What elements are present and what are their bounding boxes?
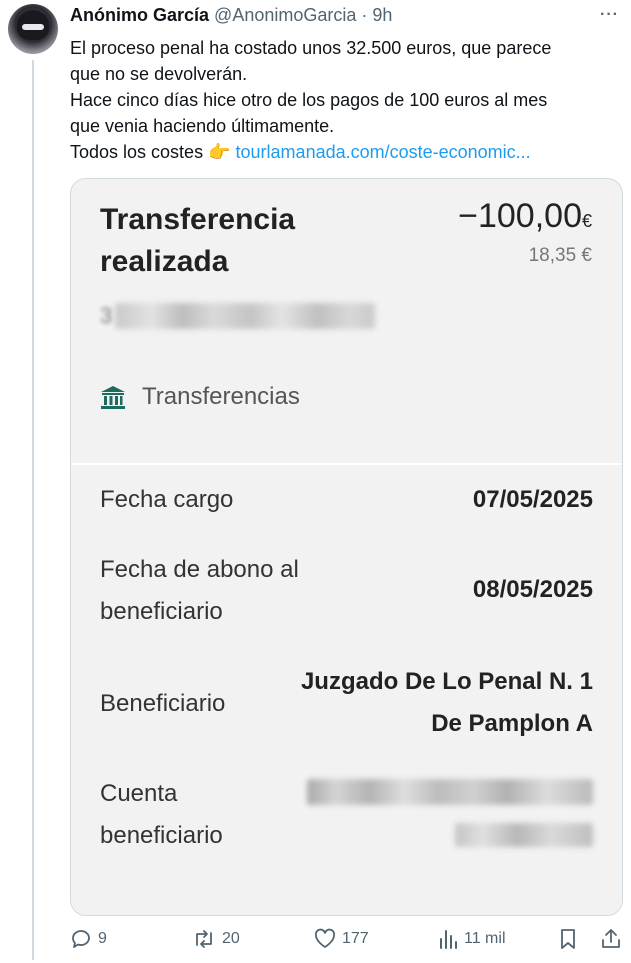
currency-symbol: € (581, 211, 592, 231)
bookmark-icon (561, 929, 575, 949)
beneficiario-label: Beneficiario (100, 690, 226, 717)
tweet-actions-bar: 9 20 177 11 mil (70, 928, 625, 958)
fecha-abono-label-line-1: Fecha de abono al (100, 556, 299, 583)
bank-icon (101, 386, 125, 409)
author-handle[interactable]: @AnonimoGarcia (214, 5, 356, 25)
transfer-amount-value: −100,00 (458, 197, 582, 235)
heart-icon (314, 928, 336, 948)
retweet-icon (196, 930, 212, 948)
tweet-link[interactable]: tourlamanada.com/coste-economic... (236, 142, 531, 162)
transfer-amount: −100,00€ (458, 197, 592, 236)
tweet-time[interactable]: 9h (372, 5, 392, 25)
tweet-line-5-text: Todos los costes (70, 142, 204, 162)
views-button[interactable]: 11 mil (438, 928, 506, 950)
retweet-button[interactable]: 20 (192, 928, 240, 950)
transfer-details-panel: Fecha cargo 07/05/2025 Fecha de abono al… (71, 463, 622, 915)
like-button[interactable]: 177 (314, 928, 369, 950)
share-button[interactable] (600, 928, 628, 950)
transfer-summary-panel: Transferencia realizada −100,00€ 18,35 €… (71, 179, 622, 451)
tweet-text: El proceso penal ha costado unos 32.500 … (70, 35, 625, 165)
pointing-hand-emoji: 👉 (208, 142, 231, 162)
tweet-line-3: Hace cinco días hice otro de los pagos d… (70, 90, 548, 110)
category-label: Transferencias (142, 383, 300, 410)
avatar-glasses (22, 24, 44, 30)
transfer-title: Transferencia realizada (100, 203, 296, 278)
fecha-abono-value: 08/05/2025 (472, 576, 593, 603)
cuenta-label-line-2: beneficiario (100, 822, 223, 849)
cuenta-label-line-1: Cuenta (100, 780, 178, 807)
separator-dot: · (361, 5, 368, 25)
like-count: 177 (342, 930, 369, 947)
category-row[interactable]: Transferencias (100, 383, 300, 411)
avatar[interactable] (8, 4, 58, 54)
tweet-line-5: Todos los costes 👉 tourlamanada.com/cost… (70, 139, 625, 165)
more-options-icon[interactable]: ··· (600, 6, 619, 24)
reply-icon (72, 930, 90, 948)
reply-button[interactable]: 9 (70, 928, 107, 950)
blurred-reference-first-char: 3 (100, 303, 113, 328)
beneficiario-value-line-1: Juzgado De Lo Penal N. 1 (300, 668, 593, 695)
thread-line (32, 60, 34, 960)
tweet-line-4: que venia haciendo últimamente. (70, 116, 335, 136)
tweet-line-2: que no se devolverán. (70, 64, 248, 84)
fecha-cargo-value: 07/05/2025 (472, 486, 593, 513)
bookmark-button[interactable] (558, 928, 584, 950)
beneficiario-value-line-2: De Pamplon A (431, 710, 593, 737)
blurred-reference (115, 303, 375, 329)
reply-count: 9 (98, 930, 107, 947)
fecha-abono-label-line-2: beneficiario (100, 598, 223, 625)
tweet-line-1: El proceso penal ha costado unos 32.500 … (70, 38, 552, 58)
fecha-cargo-label: Fecha cargo (100, 486, 234, 513)
tweet-header: Anónimo García @AnonimoGarcia · 9h (70, 4, 392, 26)
views-count: 11 mil (464, 930, 506, 947)
author-name[interactable]: Anónimo García (70, 5, 209, 25)
views-chart-icon (440, 930, 457, 949)
balance-amount: 18,35 € (528, 245, 592, 266)
share-icon (602, 929, 620, 948)
blurred-account-line-2 (455, 823, 593, 847)
blurred-account-line-1 (307, 779, 593, 805)
transfer-screenshot-card[interactable]: Transferencia realizada −100,00€ 18,35 €… (70, 178, 623, 916)
retweet-count: 20 (222, 930, 240, 947)
